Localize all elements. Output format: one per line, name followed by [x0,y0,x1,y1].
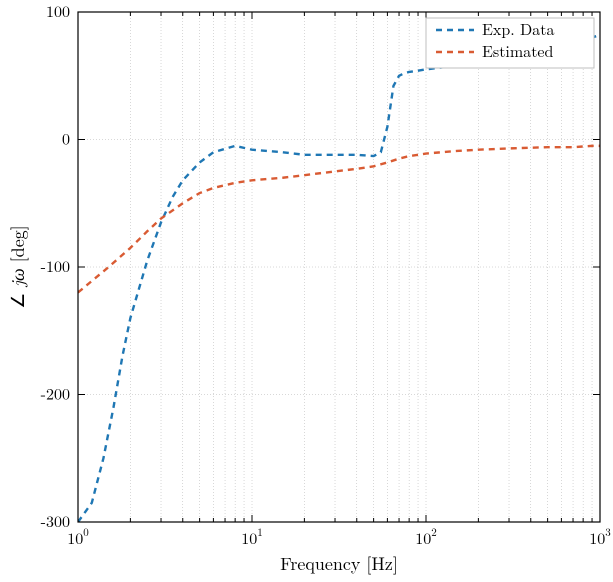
x-axis-label: Frequency [Hz] [280,551,398,576]
y-tick-label: 100 [46,0,70,22]
y-axis-label: ∠ jω [deg] [5,225,30,308]
chart-svg: 100 101 102 103 -300 -200 -100 0 100 Frequency [H… [0,0,613,582]
x-tick-label: 101 [241,525,263,549]
y-tick-label: -300 [41,509,70,532]
series-line-0 [78,35,600,522]
ticks: 100 101 102 103 -300 -200 -100 0 100 [41,0,612,549]
x-tick-label: 102 [415,525,437,549]
grid [78,12,600,522]
x-tick-label: 100 [67,525,89,549]
x-tick-label: 103 [589,525,611,549]
y-tick-label: -100 [41,254,70,277]
legend-entry-0: Exp. Data [482,17,554,40]
series-group [78,35,600,522]
legend: Exp. DataEstimated [426,17,594,68]
phase-vs-frequency-chart: 100 101 102 103 -300 -200 -100 0 100 Frequency [H… [0,0,613,582]
y-tick-label: 0 [62,127,70,150]
series-line-1 [78,146,600,293]
y-tick-label: -200 [41,382,70,405]
legend-entry-1: Estimated [482,39,554,62]
